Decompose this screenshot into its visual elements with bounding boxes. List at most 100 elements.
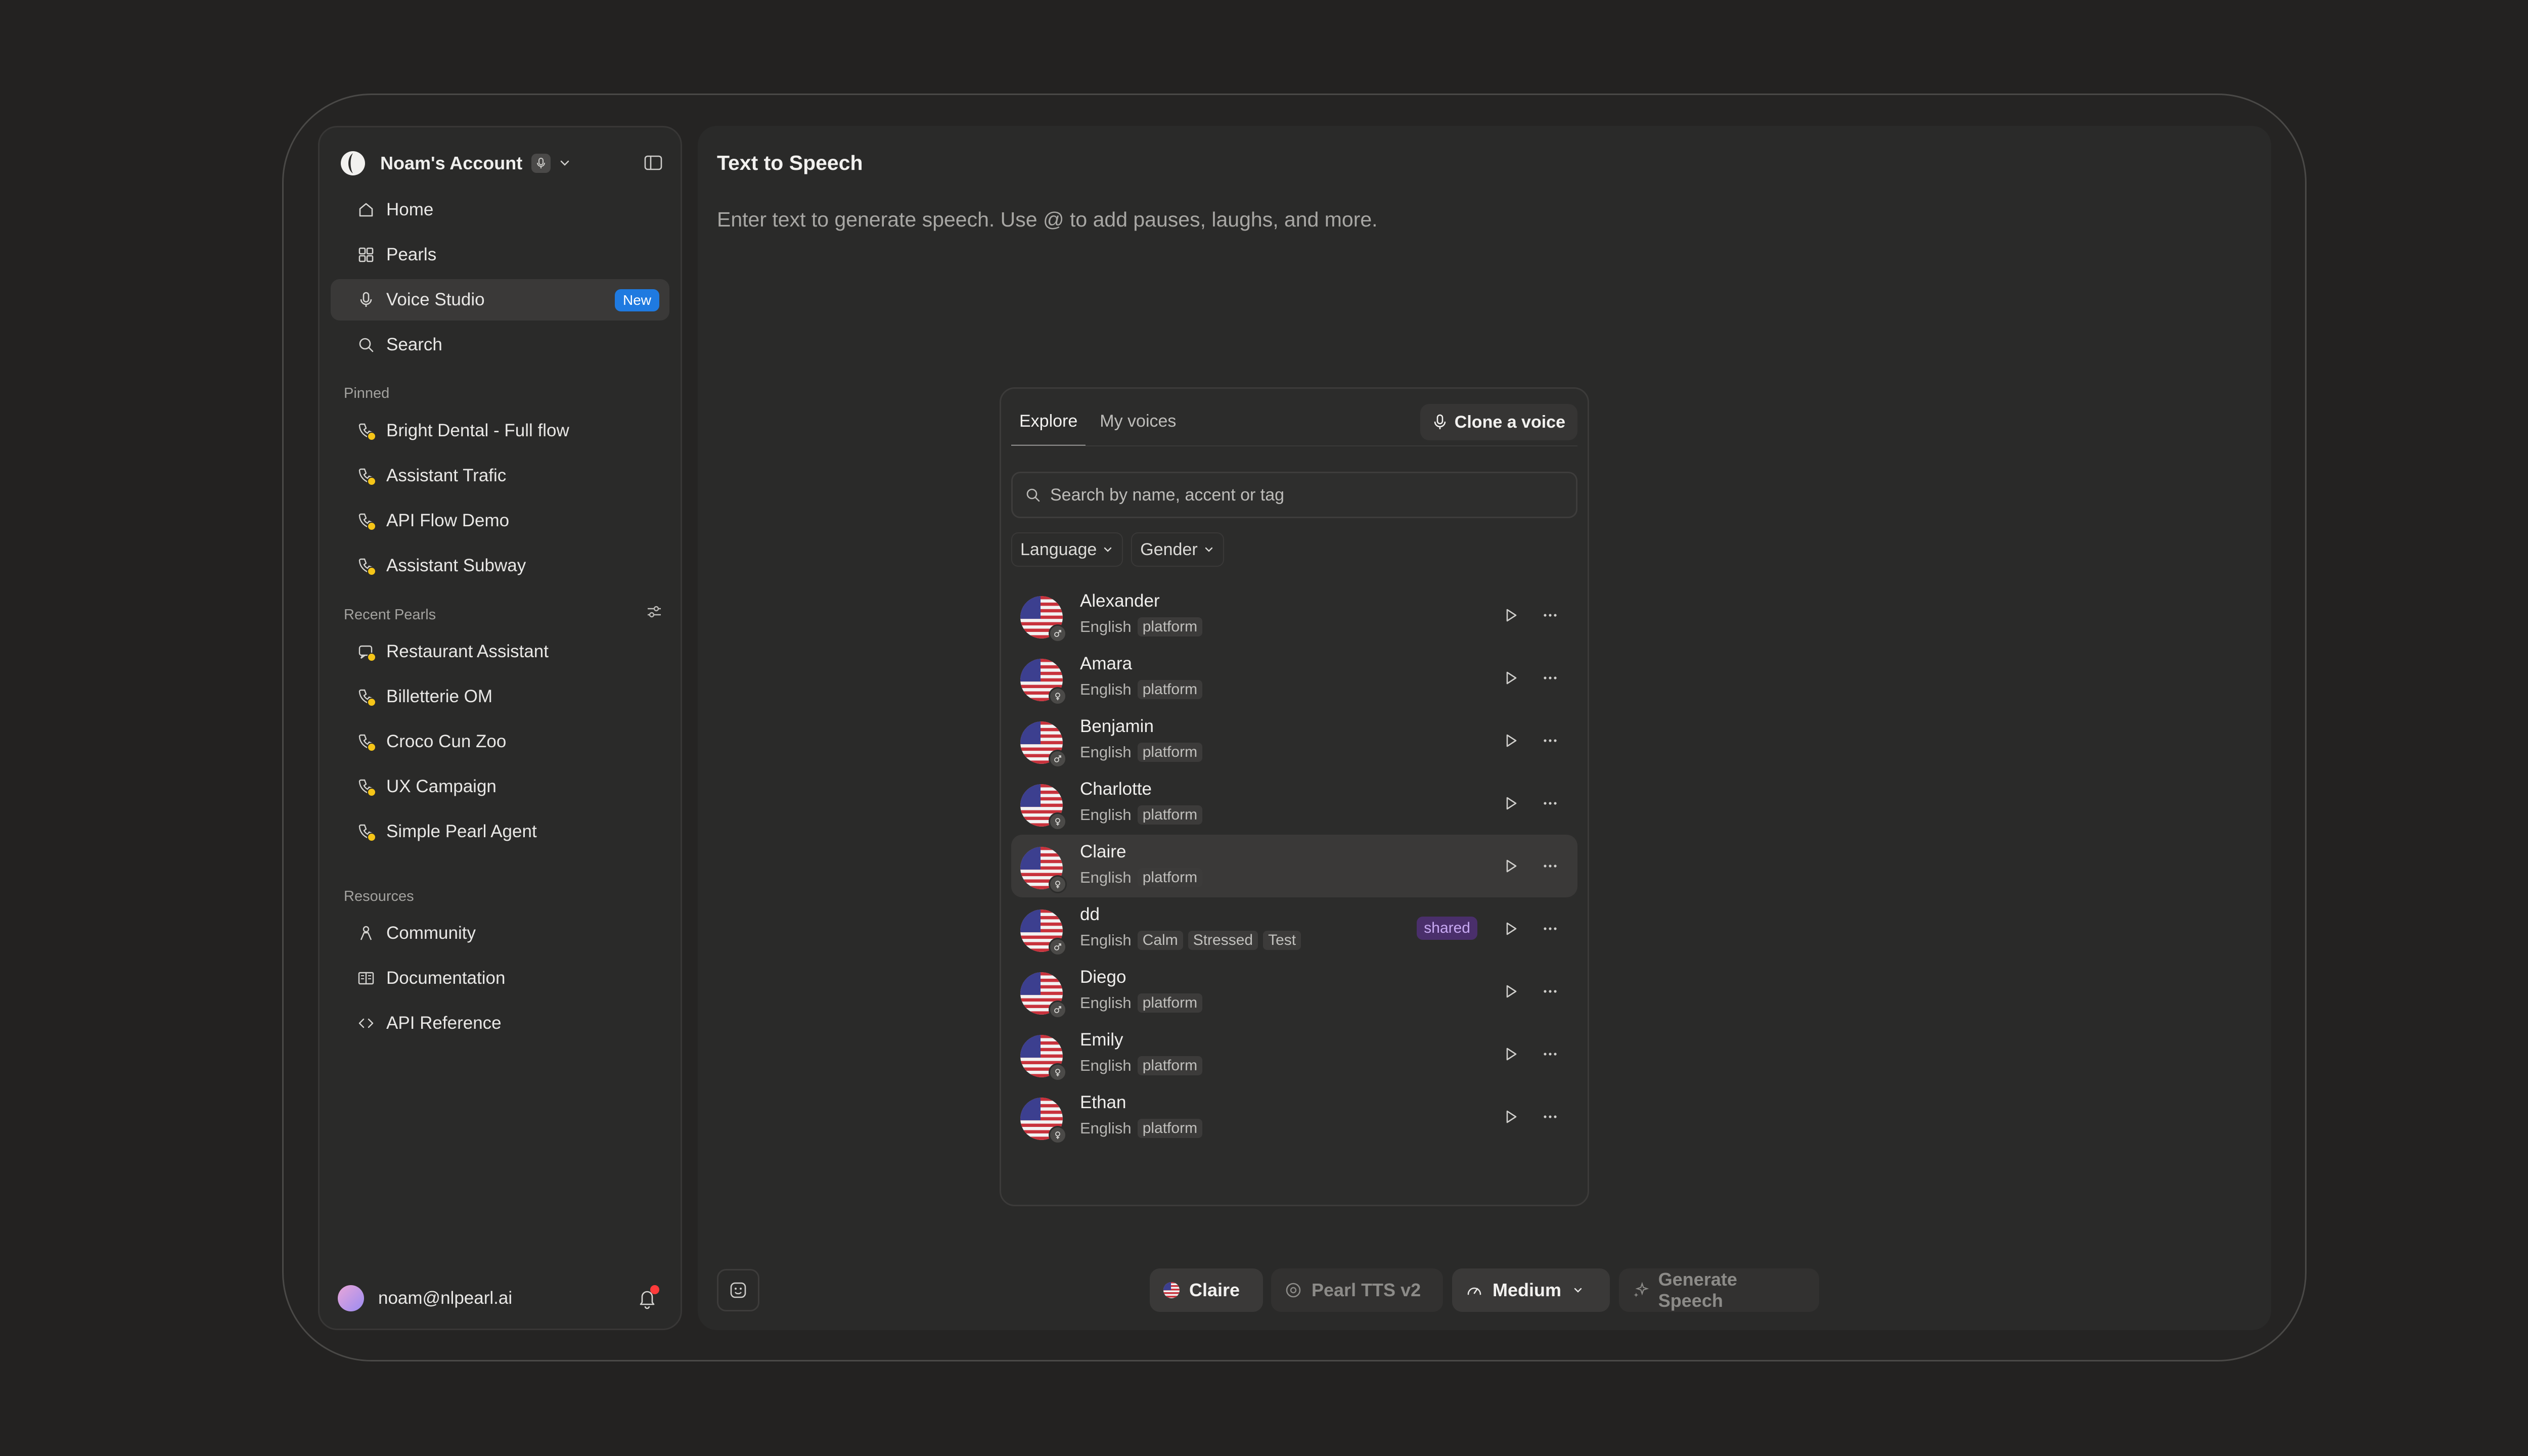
voice-language: English <box>1080 743 1132 761</box>
voice-name: Ethan <box>1080 1093 1126 1112</box>
voice-language: English <box>1080 1119 1132 1137</box>
generate-speech-button[interactable]: Generate Speech <box>1619 1268 1819 1312</box>
voice-row[interactable]: Emily English platform <box>1011 1023 1577 1085</box>
voice-tag: platform <box>1137 617 1203 636</box>
code-icon <box>356 1013 376 1033</box>
play-icon[interactable] <box>1501 605 1521 628</box>
female-icon <box>1049 687 1067 705</box>
play-icon[interactable] <box>1501 731 1521 753</box>
model-select-label: Pearl TTS v2 <box>1312 1280 1421 1300</box>
resource-community[interactable]: Community <box>331 913 669 954</box>
sidebar: Noam's Account Home Pearls Voice Studio … <box>318 126 682 1330</box>
clone-voice-button[interactable]: Clone a voice <box>1420 404 1577 440</box>
recent-item[interactable]: Restaurant Assistant <box>331 631 669 672</box>
recent-item[interactable]: Billetterie OM <box>331 676 669 717</box>
chevron-down-icon[interactable] <box>558 156 572 170</box>
nav-search[interactable]: Search <box>331 324 669 366</box>
female-icon <box>1049 875 1067 893</box>
voice-tag: platform <box>1137 1056 1203 1075</box>
voice-tag: platform <box>1137 805 1203 825</box>
notification-dot <box>650 1285 659 1294</box>
account-name: Noam's Account <box>380 153 523 173</box>
play-icon[interactable] <box>1501 1044 1521 1067</box>
play-icon[interactable] <box>1501 981 1521 1004</box>
voice-row[interactable]: dd English Calm Stressed Test shared <box>1011 897 1577 960</box>
voice-tags: English platform <box>1080 868 1207 887</box>
voice-row[interactable]: Charlotte English platform <box>1011 772 1577 835</box>
model-select-button[interactable]: Pearl TTS v2 <box>1271 1268 1443 1312</box>
voice-row[interactable]: Amara English platform <box>1011 647 1577 709</box>
pinned-item[interactable]: Bright Dental - Full flow <box>331 410 669 451</box>
speed-select-label: Medium <box>1493 1280 1562 1300</box>
account-switcher[interactable]: Noam's Account <box>340 148 663 179</box>
more-icon[interactable] <box>1540 1107 1560 1129</box>
page-title: Text to Speech <box>717 151 863 174</box>
nav-label: Pearls <box>386 245 437 264</box>
chat-flow-icon <box>356 642 376 662</box>
voice-tags: English platform <box>1080 743 1207 762</box>
voice-tag: Stressed <box>1188 931 1258 950</box>
voice-row[interactable]: Claire English platform <box>1011 835 1577 897</box>
voice-list: Alexander English platform Amara English plat… <box>1011 584 1577 1148</box>
chevron-down-icon <box>1574 1288 1582 1293</box>
chevron-down-icon <box>1104 547 1112 552</box>
tab-explore[interactable]: Explore <box>1011 398 1086 446</box>
voice-language: English <box>1080 994 1132 1012</box>
voice-tag: platform <box>1137 993 1203 1013</box>
voice-row[interactable]: Benjamin English platform <box>1011 709 1577 772</box>
nav-home[interactable]: Home <box>331 189 669 231</box>
clone-voice-label: Clone a voice <box>1454 412 1565 432</box>
voice-search-input[interactable] <box>1049 484 1506 506</box>
more-icon[interactable] <box>1540 668 1560 691</box>
mic-icon <box>1434 414 1446 429</box>
female-icon <box>1049 1063 1067 1081</box>
voice-select-button[interactable]: Claire <box>1150 1268 1263 1312</box>
nav-pearls[interactable]: Pearls <box>331 234 669 276</box>
phone-flow-icon <box>356 466 376 486</box>
tab-my-voices[interactable]: My voices <box>1092 398 1184 446</box>
play-icon[interactable] <box>1501 793 1521 816</box>
user-menu[interactable]: noam@nlpearl.ai <box>338 1282 661 1314</box>
language-filter[interactable]: Language <box>1011 532 1123 567</box>
voice-tabs: Explore My voices <box>1011 398 1184 446</box>
voice-tags: English platform <box>1080 805 1207 825</box>
voice-language: English <box>1080 869 1132 886</box>
male-icon <box>1049 938 1067 956</box>
recent-item[interactable]: UX Campaign <box>331 766 669 807</box>
voice-name: Amara <box>1080 654 1133 673</box>
phone-flow-icon <box>356 511 376 531</box>
recent-heading: Recent Pearls <box>344 607 436 623</box>
resource-documentation[interactable]: Documentation <box>331 958 669 999</box>
play-icon[interactable] <box>1501 856 1521 879</box>
voice-language: English <box>1080 680 1132 698</box>
more-icon[interactable] <box>1540 981 1560 1004</box>
pinned-item[interactable]: Assistant Subway <box>331 545 669 586</box>
bell-icon[interactable] <box>637 1285 659 1312</box>
voice-picker: Explore My voices Clone a voice Language… <box>1000 387 1589 1206</box>
sidebar-toggle-icon[interactable] <box>643 153 663 175</box>
pinned-item[interactable]: API Flow Demo <box>331 500 669 541</box>
voice-row[interactable]: Alexander English platform <box>1011 584 1577 647</box>
insert-tag-button[interactable] <box>717 1269 759 1311</box>
more-icon[interactable] <box>1540 605 1560 628</box>
filter-settings-icon[interactable] <box>645 603 663 623</box>
recent-item[interactable]: Croco Cun Zoo <box>331 721 669 762</box>
play-icon[interactable] <box>1501 1107 1521 1129</box>
tts-text-input[interactable]: Enter text to generate speech. Use @ to … <box>717 208 1378 232</box>
community-icon <box>356 923 376 943</box>
recent-item[interactable]: Simple Pearl Agent <box>331 811 669 852</box>
resource-api-reference[interactable]: API Reference <box>331 1003 669 1044</box>
more-icon[interactable] <box>1540 731 1560 753</box>
more-icon[interactable] <box>1540 793 1560 816</box>
nav-voice-studio[interactable]: Voice Studio New <box>331 279 669 321</box>
pinned-item[interactable]: Assistant Trafic <box>331 455 669 496</box>
more-icon[interactable] <box>1540 919 1560 941</box>
gender-filter[interactable]: Gender <box>1131 532 1224 567</box>
play-icon[interactable] <box>1501 919 1521 941</box>
play-icon[interactable] <box>1501 668 1521 691</box>
voice-row[interactable]: Ethan English platform <box>1011 1085 1577 1148</box>
speed-select-button[interactable]: Medium <box>1452 1268 1610 1312</box>
voice-row[interactable]: Diego English platform <box>1011 960 1577 1023</box>
more-icon[interactable] <box>1540 856 1560 879</box>
more-icon[interactable] <box>1540 1044 1560 1067</box>
